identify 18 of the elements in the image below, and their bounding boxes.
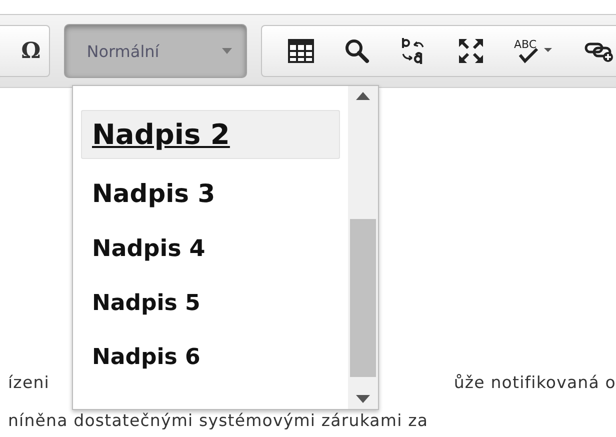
- format-option[interactable]: Nadpis 6: [81, 336, 340, 378]
- scroll-up-icon[interactable]: [356, 92, 370, 100]
- format-dropdown[interactable]: Normální: [64, 24, 247, 78]
- scroll-down-icon[interactable]: [356, 395, 370, 403]
- table-icon[interactable]: [288, 39, 314, 63]
- maximize-icon[interactable]: [458, 38, 484, 64]
- format-option[interactable]: Nadpis 2: [81, 110, 340, 159]
- special-character-button[interactable]: Ω: [21, 38, 41, 64]
- format-option[interactable]: Nadpis 3: [81, 171, 340, 216]
- search-icon[interactable]: [344, 38, 370, 64]
- scrollbar-thumb[interactable]: [350, 218, 376, 376]
- body-text: níněna dostatečnými systémovými zárukami za: [8, 410, 430, 432]
- format-option[interactable]: Nadpis 5: [81, 283, 340, 324]
- body-text: ůže notifikovaná o: [454, 372, 616, 394]
- scrollbar[interactable]: [348, 86, 378, 409]
- body-text: ízeni: [8, 372, 50, 394]
- caret-icon: [222, 48, 232, 54]
- format-option[interactable]: Nadpis 4: [81, 228, 340, 271]
